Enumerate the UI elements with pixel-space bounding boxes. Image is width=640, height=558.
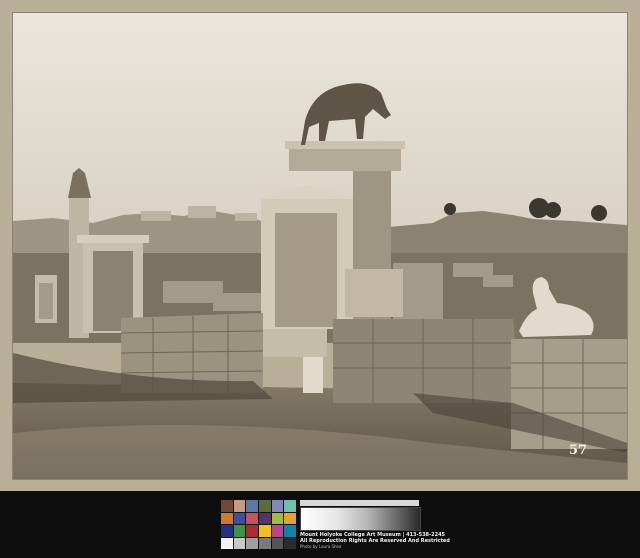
color-swatch — [259, 537, 271, 549]
color-swatch — [246, 512, 258, 524]
color-swatch — [284, 537, 296, 549]
photo-illustration — [13, 13, 627, 479]
credit-line-3: Photo by Laura Shea — [300, 544, 342, 549]
color-swatch — [246, 537, 258, 549]
plate-number: 57 — [569, 443, 588, 458]
color-swatch — [233, 512, 246, 524]
color-swatch — [221, 512, 233, 524]
grayscale-strip — [300, 507, 421, 531]
color-swatch — [246, 525, 258, 537]
color-swatch — [233, 500, 246, 512]
color-swatch — [259, 512, 271, 524]
color-swatch — [259, 525, 271, 537]
stone-wall-mid — [333, 319, 523, 403]
color-swatch — [221, 525, 233, 537]
color-swatch — [284, 512, 296, 524]
color-swatch — [233, 537, 246, 549]
credit-block: Mount Holyoke College Art Museum | 413-5… — [300, 532, 450, 550]
color-swatch — [271, 512, 284, 524]
color-swatch — [246, 500, 258, 512]
color-swatch — [221, 537, 233, 549]
photo-mount: 57 — [0, 0, 640, 491]
color-swatch — [271, 500, 284, 512]
color-swatch — [284, 500, 296, 512]
color-swatch — [271, 525, 284, 537]
color-checker-chart — [221, 500, 296, 549]
color-swatch — [221, 500, 233, 512]
color-swatch — [271, 537, 284, 549]
color-swatch — [233, 525, 246, 537]
color-swatch — [284, 525, 296, 537]
grayscale-top-bar — [300, 500, 419, 506]
color-swatch — [259, 500, 271, 512]
historic-photograph: 57 — [12, 12, 628, 480]
